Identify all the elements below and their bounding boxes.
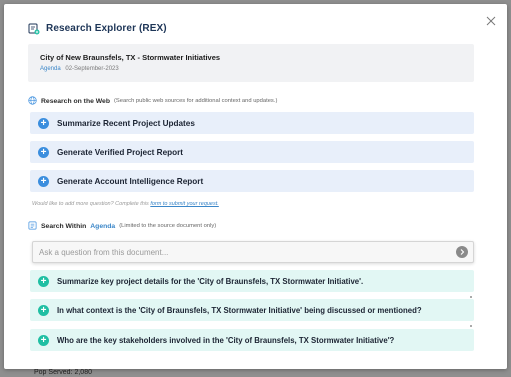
suggested-question-item[interactable]: + In what context is the 'City of Brauns… xyxy=(30,299,474,321)
web-section-hint: (Search public web sources for additiona… xyxy=(114,98,278,104)
scrollbar-indicator xyxy=(470,296,472,298)
plus-icon: + xyxy=(38,304,49,316)
document-meta: Agenda 02-September-2023 xyxy=(40,66,474,72)
doc-section-title: Search Within xyxy=(41,222,87,230)
document-type: Agenda xyxy=(40,66,61,72)
request-form-link[interactable]: form to submit your request. xyxy=(150,201,218,207)
backdrop-pop-served: Pop Served: 2,080 xyxy=(34,369,92,376)
suggested-question-label: Summarize key project details for the 'C… xyxy=(57,276,364,286)
suggested-question-label: Who are the key stakeholders involved in… xyxy=(57,335,395,345)
web-button-label: Generate Account Intelligence Report xyxy=(57,176,204,186)
doc-section-hint: (Limited to the source document only) xyxy=(119,223,217,229)
scrollbar-indicator xyxy=(470,325,472,327)
plus-icon: + xyxy=(38,334,49,346)
request-note: Would like to add more question? Complet… xyxy=(32,201,219,207)
source-document-card: City of New Braunsfels, TX - Stormwater … xyxy=(28,44,474,82)
web-section-heading: Research on the Web (Search public web s… xyxy=(28,95,278,107)
doc-section-agenda-link[interactable]: Agenda xyxy=(90,223,115,230)
ask-question-input[interactable] xyxy=(39,247,449,257)
modal-header: Research Explorer (REX) xyxy=(28,20,167,36)
document-date: 02-September-2023 xyxy=(65,66,119,72)
web-button-label: Summarize Recent Project Updates xyxy=(57,118,195,128)
plus-icon: + xyxy=(38,275,49,287)
research-explorer-modal: Research Explorer (REX) City of New Brau… xyxy=(4,4,507,369)
web-section-title: Research on the Web xyxy=(41,97,110,105)
web-button-label: Generate Verified Project Report xyxy=(57,147,184,157)
rex-document-icon xyxy=(28,22,40,35)
summarize-updates-button[interactable]: + Summarize Recent Project Updates xyxy=(30,112,474,134)
generate-account-report-button[interactable]: + Generate Account Intelligence Report xyxy=(30,170,474,192)
request-note-text: Would like to add more question? Complet… xyxy=(32,201,149,207)
globe-icon xyxy=(28,95,37,107)
plus-icon: + xyxy=(38,146,49,158)
doc-section-heading: Search Within Agenda (Limited to the sou… xyxy=(28,221,216,231)
modal-title: Research Explorer (REX) xyxy=(46,22,167,34)
generate-project-report-button[interactable]: + Generate Verified Project Report xyxy=(30,141,474,163)
suggested-question-item[interactable]: + Who are the key stakeholders involved … xyxy=(30,329,474,351)
ask-question-box xyxy=(32,241,474,263)
document-title: City of New Braunsfels, TX - Stormwater … xyxy=(40,53,221,62)
plus-icon: + xyxy=(38,117,49,129)
document-search-icon xyxy=(28,221,37,232)
suggested-question-label: In what context is the 'City of Braunsfe… xyxy=(57,305,422,315)
suggested-question-item[interactable]: + Summarize key project details for the … xyxy=(30,270,474,292)
close-icon[interactable] xyxy=(485,14,497,26)
plus-icon: + xyxy=(38,175,49,187)
send-arrow-icon[interactable] xyxy=(456,246,468,258)
